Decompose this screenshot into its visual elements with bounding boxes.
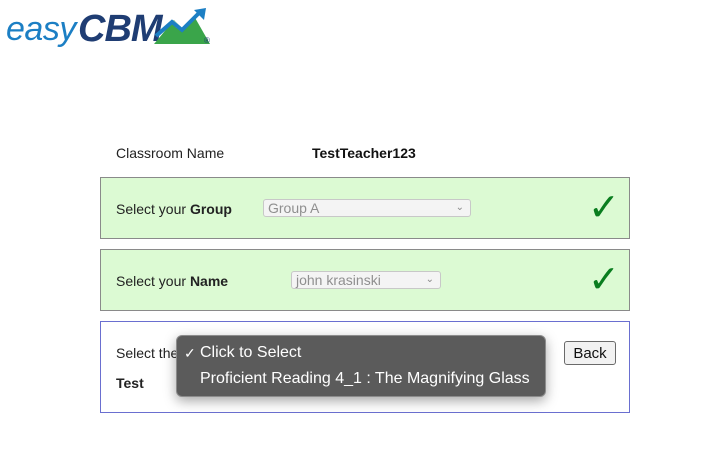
- chevron-down-icon: ⌄: [425, 274, 434, 285]
- registered-mark: ®: [204, 36, 210, 45]
- dropdown-option-click-to-select[interactable]: ✓ Click to Select: [177, 341, 545, 365]
- chevron-down-icon: ⌄: [455, 202, 464, 213]
- back-button[interactable]: Back: [564, 341, 616, 365]
- name-label-bold: Name: [189, 273, 229, 289]
- name-select-value: john krasinski: [296, 272, 381, 288]
- easycbm-logo: easy CBM ®: [6, 6, 216, 50]
- check-icon: ✓: [588, 185, 620, 229]
- group-panel: Select your Group Group A ⌄ ✓: [100, 177, 630, 239]
- name-label: Select your Name: [116, 273, 228, 289]
- dropdown-option-label: Click to Select: [200, 344, 302, 361]
- group-select-value: Group A: [268, 200, 320, 216]
- classroom-name-label: Classroom Name: [116, 145, 225, 161]
- group-select[interactable]: Group A ⌄: [263, 199, 471, 217]
- test-select-dropdown[interactable]: ✓ Click to Select Proficient Reading 4_1…: [176, 335, 546, 397]
- classroom-name-value: TestTeacher123: [312, 145, 416, 161]
- test-label-bold: Test: [116, 375, 144, 391]
- group-label: Select your Group: [116, 201, 232, 217]
- checkmark-icon: ✓: [184, 345, 196, 361]
- name-label-prefix: Select your: [116, 273, 190, 289]
- dropdown-option-magnifying-glass[interactable]: Proficient Reading 4_1 : The Magnifying …: [177, 367, 545, 391]
- name-select[interactable]: john krasinski ⌄: [291, 271, 441, 289]
- logo-easy-text: easy: [6, 10, 76, 48]
- group-label-prefix: Select your: [116, 201, 190, 217]
- logo-cbm-text: CBM: [78, 8, 163, 50]
- name-panel: Select your Name john krasinski ⌄ ✓: [100, 249, 630, 311]
- group-label-bold: Group: [189, 201, 232, 217]
- mountain-arrow-icon: [154, 8, 210, 44]
- check-icon: ✓: [588, 257, 620, 301]
- test-label-prefix: Select the: [116, 345, 179, 361]
- dropdown-option-label: Proficient Reading 4_1 : The Magnifying …: [200, 370, 530, 387]
